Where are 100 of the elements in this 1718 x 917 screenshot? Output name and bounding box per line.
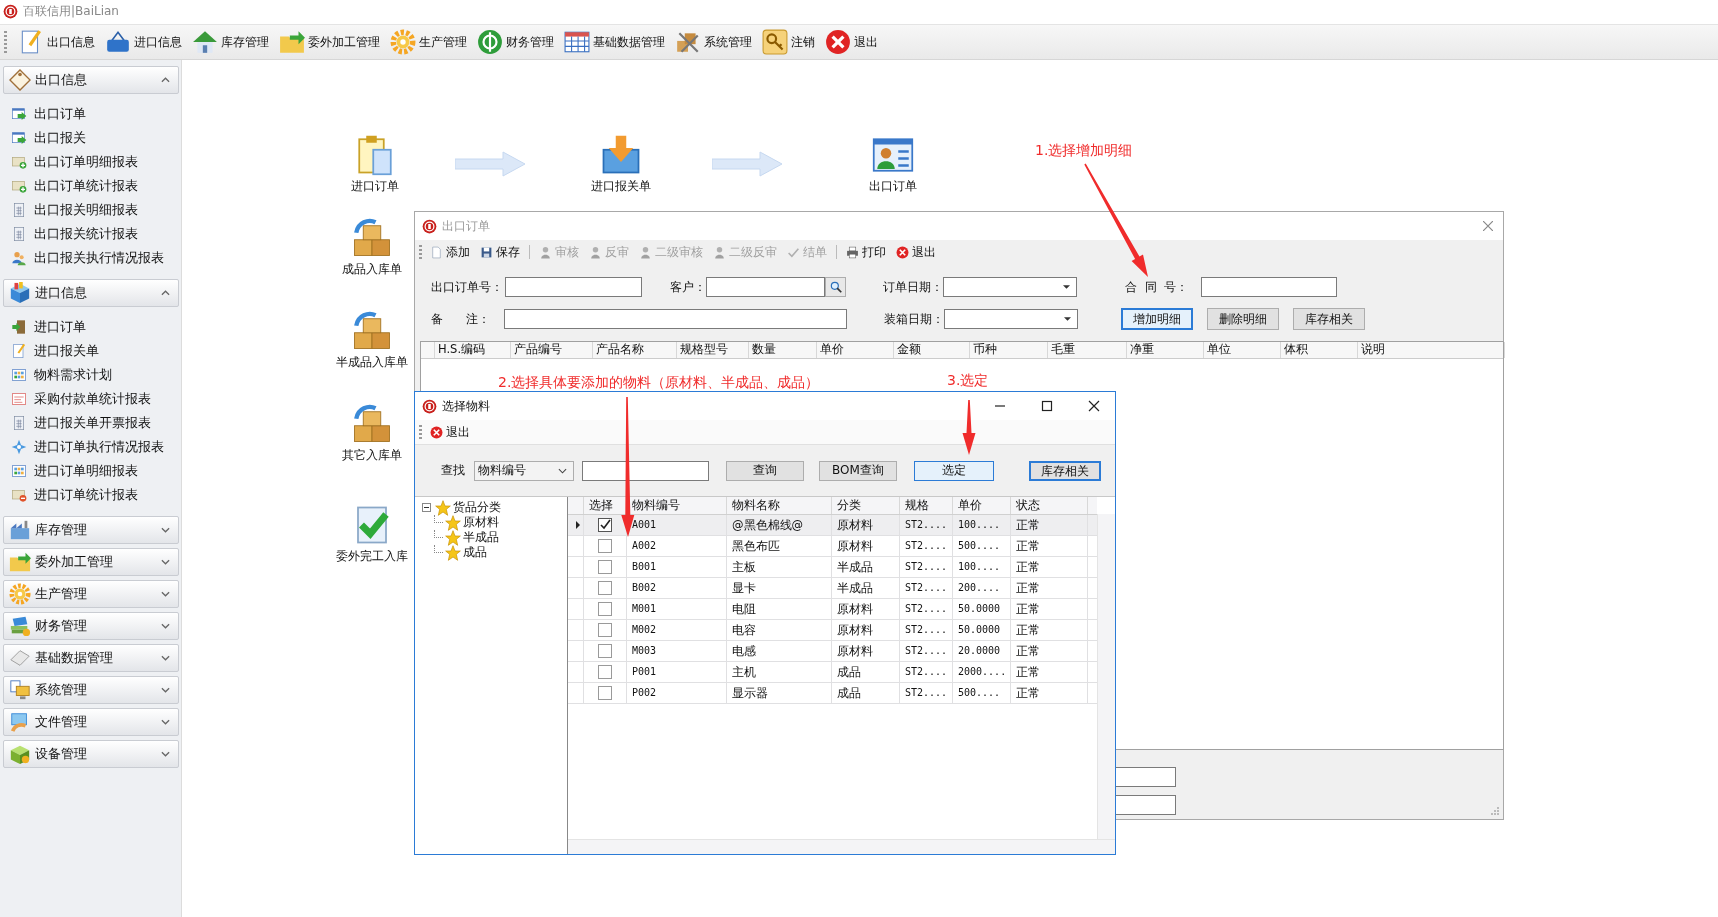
sidebar-item[interactable]: 进口报关单开票报表: [11, 411, 179, 435]
column-header[interactable]: 数量: [749, 342, 817, 358]
sidebar-item[interactable]: 出口订单统计报表: [11, 174, 179, 198]
form-button[interactable]: 删除明细: [1207, 308, 1279, 330]
sidebar-item[interactable]: 进口订单明细报表: [11, 459, 179, 483]
checkbox[interactable]: [598, 518, 612, 532]
toolbar-button[interactable]: 生产管理: [387, 26, 470, 58]
node-label[interactable]: 委外完工入库: [336, 548, 408, 565]
sidebar-item[interactable]: 进口订单: [11, 315, 179, 339]
column-header[interactable]: 规格: [900, 497, 953, 514]
column-header[interactable]: 产品编号: [511, 342, 593, 358]
sidebar-item[interactable]: 出口订单明细报表: [11, 150, 179, 174]
node-label[interactable]: 半成品入库单: [336, 354, 408, 371]
table-row[interactable]: A001 @黑色棉线@ 原材料 ST2.... 100.... 正常: [568, 515, 1097, 536]
node-label[interactable]: 成品入库单: [342, 261, 402, 278]
checkbox[interactable]: [598, 560, 612, 574]
tree-item[interactable]: 货品分类: [453, 499, 501, 516]
toolbar-button[interactable]: 库存管理: [189, 26, 272, 58]
sidebar-item[interactable]: 出口报关执行情况报表: [11, 246, 179, 270]
sidebar-group-header[interactable]: 出口信息: [3, 66, 179, 94]
sidebar-item[interactable]: 进口订单执行情况报表: [11, 435, 179, 459]
node-label[interactable]: 进口报关单: [591, 178, 651, 195]
checkbox[interactable]: [598, 539, 612, 553]
search-by-dropdown[interactable]: 物料编号: [474, 460, 574, 481]
input-field[interactable]: [1201, 277, 1337, 297]
sidebar-group-header[interactable]: 文件管理: [3, 708, 179, 736]
sidebar-item[interactable]: 物料需求计划: [11, 363, 179, 387]
table-row[interactable]: M001 电阻 原材料 ST2.... 50.0000 正常: [568, 599, 1097, 620]
column-header[interactable]: 体积: [1281, 342, 1358, 358]
checkbox[interactable]: [598, 686, 612, 700]
toolbar-button[interactable]: 系统管理: [672, 26, 755, 58]
tree-item[interactable]: 成品: [463, 544, 487, 561]
checkbox[interactable]: [598, 623, 612, 637]
tree-item[interactable]: 半成品: [463, 529, 499, 546]
sidebar-group-header[interactable]: 生产管理: [3, 580, 179, 608]
sidebar-item[interactable]: 采购付款单统计报表: [11, 387, 179, 411]
column-header[interactable]: 物料名称: [727, 497, 832, 514]
table-row[interactable]: M003 电感 原材料 ST2.... 20.0000 正常: [568, 641, 1097, 662]
sidebar-item[interactable]: 出口报关明细报表: [11, 198, 179, 222]
node-label[interactable]: 出口订单: [869, 178, 917, 195]
input-field[interactable]: [504, 309, 847, 329]
table-row[interactable]: B001 主板 半成品 ST2.... 100.... 正常: [568, 557, 1097, 578]
column-header[interactable]: 金额: [894, 342, 970, 358]
input-field[interactable]: [706, 277, 825, 297]
node-label[interactable]: 进口订单: [351, 178, 399, 195]
sidebar-item[interactable]: 出口报关统计报表: [11, 222, 179, 246]
column-header[interactable]: 状态: [1011, 497, 1088, 514]
sidebar-group-header[interactable]: 进口信息: [3, 279, 179, 307]
toolbar-button[interactable]: 打印: [842, 241, 890, 263]
sidebar-group-header[interactable]: 设备管理: [3, 740, 179, 768]
tree-item[interactable]: 原材料: [463, 514, 499, 531]
toolbar-button[interactable]: 保存: [476, 241, 524, 263]
toolbar-button[interactable]: 退出: [822, 26, 881, 58]
sidebar-item[interactable]: 进口订单统计报表: [11, 483, 179, 507]
table-row[interactable]: A002 黑色布匹 原材料 ST2.... 500.... 正常: [568, 536, 1097, 557]
sidebar-item[interactable]: 出口报关: [11, 126, 179, 150]
sidebar-group-header[interactable]: 基础数据管理: [3, 644, 179, 672]
toolbar-grip[interactable]: [4, 31, 7, 53]
dialog-button[interactable]: BOM查询: [819, 460, 897, 481]
resize-grip-icon[interactable]: [1491, 807, 1500, 816]
checkbox[interactable]: [598, 665, 612, 679]
date-dropdown[interactable]: [943, 277, 1077, 297]
column-header[interactable]: 规格型号: [677, 342, 749, 358]
checkbox[interactable]: [598, 644, 612, 658]
sidebar-item[interactable]: 出口订单: [11, 102, 179, 126]
toolbar-grip[interactable]: [419, 245, 422, 259]
date-dropdown[interactable]: [944, 309, 1078, 329]
column-header[interactable]: 说明: [1358, 342, 1505, 358]
dialog-button[interactable]: 查询: [726, 460, 804, 481]
toolbar-grip[interactable]: [419, 425, 422, 439]
collapse-icon[interactable]: [422, 503, 431, 512]
toolbar-button[interactable]: 基础数据管理: [561, 26, 668, 58]
toolbar-button[interactable]: 财务管理: [474, 26, 557, 58]
toolbar-button[interactable]: 添加: [426, 241, 474, 263]
vertical-scrollbar[interactable]: [1097, 514, 1115, 839]
input-field[interactable]: [505, 277, 642, 297]
checkbox[interactable]: [598, 602, 612, 616]
toolbar-button[interactable]: 退出: [892, 241, 940, 263]
checkbox[interactable]: [598, 581, 612, 595]
node-label[interactable]: 其它入库单: [342, 447, 402, 464]
sidebar-group-header[interactable]: 财务管理: [3, 612, 179, 640]
sidebar-group-header[interactable]: 委外加工管理: [3, 548, 179, 576]
table-row[interactable]: M002 电容 原材料 ST2.... 50.0000 正常: [568, 620, 1097, 641]
search-field[interactable]: [582, 460, 709, 481]
sidebar-group-header[interactable]: 系统管理: [3, 676, 179, 704]
toolbar-button[interactable]: 委外加工管理: [276, 26, 383, 58]
form-button[interactable]: 增加明细: [1121, 308, 1193, 330]
column-header[interactable]: 分类: [832, 497, 900, 514]
form-button[interactable]: 库存相关: [1293, 308, 1365, 330]
toolbar-button[interactable]: 进口信息: [102, 26, 185, 58]
column-header[interactable]: 产品名称: [593, 342, 677, 358]
table-row[interactable]: P001 主机 成品 ST2.... 2000.... 正常: [568, 662, 1097, 683]
sidebar-group-header[interactable]: 库存管理: [3, 516, 179, 544]
column-header[interactable]: 单位: [1204, 342, 1281, 358]
dialog-button[interactable]: 库存相关: [1029, 460, 1101, 481]
table-row[interactable]: B002 显卡 半成品 ST2.... 200.... 正常: [568, 578, 1097, 599]
dialog-button[interactable]: 选定: [914, 460, 994, 481]
toolbar-button[interactable]: 出口信息: [15, 26, 98, 58]
column-header[interactable]: 净重: [1127, 342, 1204, 358]
column-header[interactable]: 币种: [970, 342, 1048, 358]
